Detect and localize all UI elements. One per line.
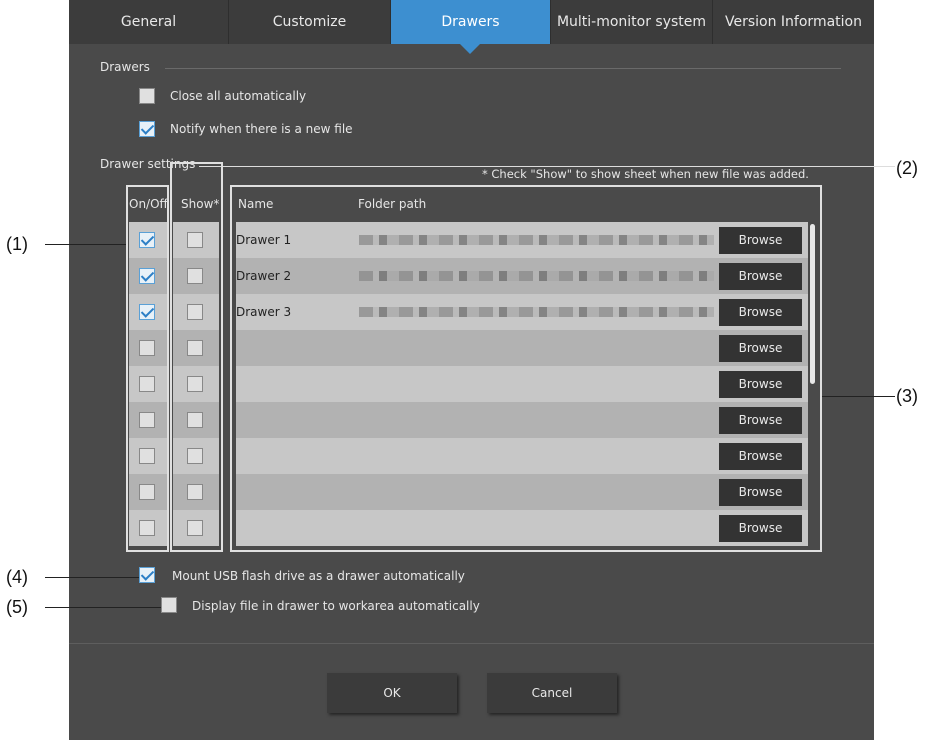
- tab-drawers[interactable]: Drawers: [391, 0, 551, 44]
- cancel-button[interactable]: Cancel: [487, 673, 617, 713]
- callout-4: (4): [6, 567, 28, 587]
- on-off-column-outline: [126, 185, 169, 552]
- show-column-outline: [170, 162, 223, 552]
- close-all-label: Close all automatically: [170, 89, 307, 103]
- ok-button[interactable]: OK: [327, 673, 457, 713]
- callout-2-line: [199, 166, 895, 167]
- tab-general[interactable]: General: [69, 0, 229, 44]
- tab-version-information[interactable]: Version Information: [713, 0, 874, 44]
- callout-5: (5): [6, 597, 28, 617]
- close-all-checkbox[interactable]: [139, 88, 155, 104]
- notify-label: Notify when there is a new file: [170, 122, 353, 136]
- section-divider: [165, 68, 841, 69]
- tab-customize[interactable]: Customize: [229, 0, 391, 44]
- callout-3: (3): [896, 386, 918, 406]
- tab-multi-monitor-system[interactable]: Multi-monitor system: [551, 0, 713, 44]
- callout-4-line: [45, 577, 139, 578]
- table-outline: [230, 185, 822, 552]
- display-file-checkbox[interactable]: [161, 597, 177, 613]
- notify-checkbox[interactable]: [139, 121, 155, 137]
- drawers-section-title: Drawers: [100, 60, 150, 74]
- callout-5-line: [45, 607, 161, 608]
- mount-usb-checkbox[interactable]: [139, 567, 155, 583]
- show-note: * Check "Show" to show sheet when new fi…: [482, 167, 809, 181]
- callout-1-line: [45, 244, 126, 245]
- mount-usb-label: Mount USB flash drive as a drawer automa…: [172, 569, 465, 583]
- callout-1: (1): [6, 234, 28, 254]
- active-tab-pointer: [460, 44, 480, 54]
- tab-bar: General Customize Drawers Multi-monitor …: [69, 0, 874, 44]
- footer-divider: [69, 643, 874, 644]
- callout-3-line: [822, 396, 895, 397]
- display-file-label: Display file in drawer to workarea autom…: [192, 599, 480, 613]
- callout-2: (2): [896, 158, 918, 178]
